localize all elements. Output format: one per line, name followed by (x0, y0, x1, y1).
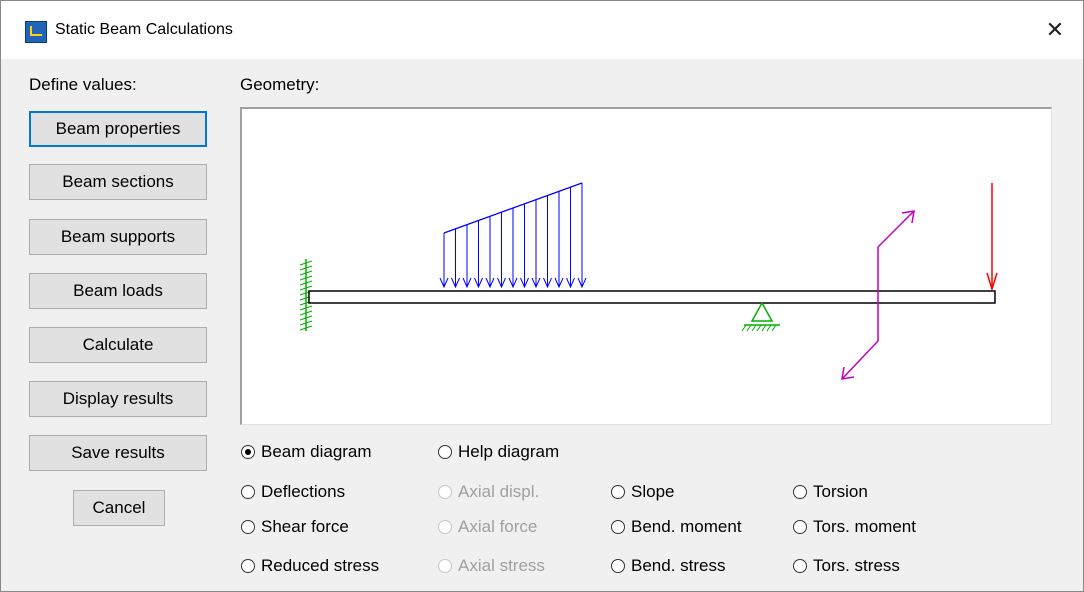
beam-supports-button[interactable]: Beam supports (29, 219, 207, 255)
radio-indicator (438, 485, 452, 499)
beam-properties-button[interactable]: Beam properties (29, 111, 207, 147)
radio-label: Torsion (813, 482, 868, 501)
radio-label: Bend. moment (631, 517, 742, 536)
radio-label: Axial displ. (458, 482, 540, 501)
radio-indicator (793, 485, 807, 499)
radio-label: Beam diagram (261, 442, 372, 461)
radio-indicator (611, 485, 625, 499)
radio-indicator (438, 520, 452, 534)
radio-indicator (241, 445, 255, 459)
radio-axial-stress: Axial stress (438, 554, 545, 578)
geometry-view (240, 107, 1052, 425)
window-title: Static Beam Calculations (55, 21, 233, 38)
point-load-arrow (986, 183, 998, 292)
radio-label: Bend. stress (631, 556, 726, 575)
cancel-button[interactable]: Cancel (73, 490, 165, 526)
radio-torsion[interactable]: Torsion (793, 480, 868, 504)
radio-beam-diagram[interactable]: Beam diagram (241, 440, 372, 464)
close-button[interactable]: ✕ (1037, 13, 1073, 47)
radio-bend-moment[interactable]: Bend. moment (611, 515, 742, 539)
calculate-button[interactable]: Calculate (29, 327, 207, 363)
app-icon (25, 21, 47, 43)
radio-label: Deflections (261, 482, 346, 501)
pin-support-symbol (741, 301, 780, 332)
display-results-button[interactable]: Display results (29, 381, 207, 417)
radio-axial-displ: Axial displ. (438, 480, 539, 504)
radio-indicator (241, 485, 255, 499)
radio-bend-stress[interactable]: Bend. stress (611, 554, 726, 578)
define-values-label: Define values: (29, 75, 137, 94)
radio-indicator (241, 520, 255, 534)
radio-indicator (438, 559, 452, 573)
radio-deflections[interactable]: Deflections (241, 480, 345, 504)
radio-reduced-stress[interactable]: Reduced stress (241, 554, 379, 578)
beam-sections-button[interactable]: Beam sections (29, 164, 207, 200)
radio-label: Tors. moment (813, 517, 916, 536)
distributed-load-arrows (439, 182, 587, 289)
radio-indicator (438, 445, 452, 459)
radio-help-diagram[interactable]: Help diagram (438, 440, 559, 464)
dialog-window: Static Beam Calculations ✕ Define values… (0, 0, 1084, 592)
beam-loads-button[interactable]: Beam loads (29, 273, 207, 309)
title-bar: Static Beam Calculations ✕ (1, 1, 1083, 59)
beam-member (308, 290, 996, 304)
radio-indicator (793, 559, 807, 573)
beam-diagram-canvas (299, 182, 998, 380)
radio-label: Tors. stress (813, 556, 900, 575)
radio-label: Axial stress (458, 556, 545, 575)
radio-indicator (611, 559, 625, 573)
radio-shear-force[interactable]: Shear force (241, 515, 349, 539)
radio-label: Reduced stress (261, 556, 380, 575)
radio-label: Axial force (458, 517, 538, 536)
radio-slope[interactable]: Slope (611, 480, 674, 504)
radio-indicator (611, 520, 625, 534)
radio-tors-moment[interactable]: Tors. moment (793, 515, 916, 539)
radio-axial-force: Axial force (438, 515, 537, 539)
radio-label: Help diagram (458, 442, 560, 461)
radio-indicator (793, 520, 807, 534)
radio-tors-stress[interactable]: Tors. stress (793, 554, 900, 578)
radio-label: Shear force (261, 517, 349, 536)
radio-indicator (241, 559, 255, 573)
radio-label: Slope (631, 482, 675, 501)
save-results-button[interactable]: Save results (29, 435, 207, 471)
geometry-label: Geometry: (240, 75, 320, 94)
